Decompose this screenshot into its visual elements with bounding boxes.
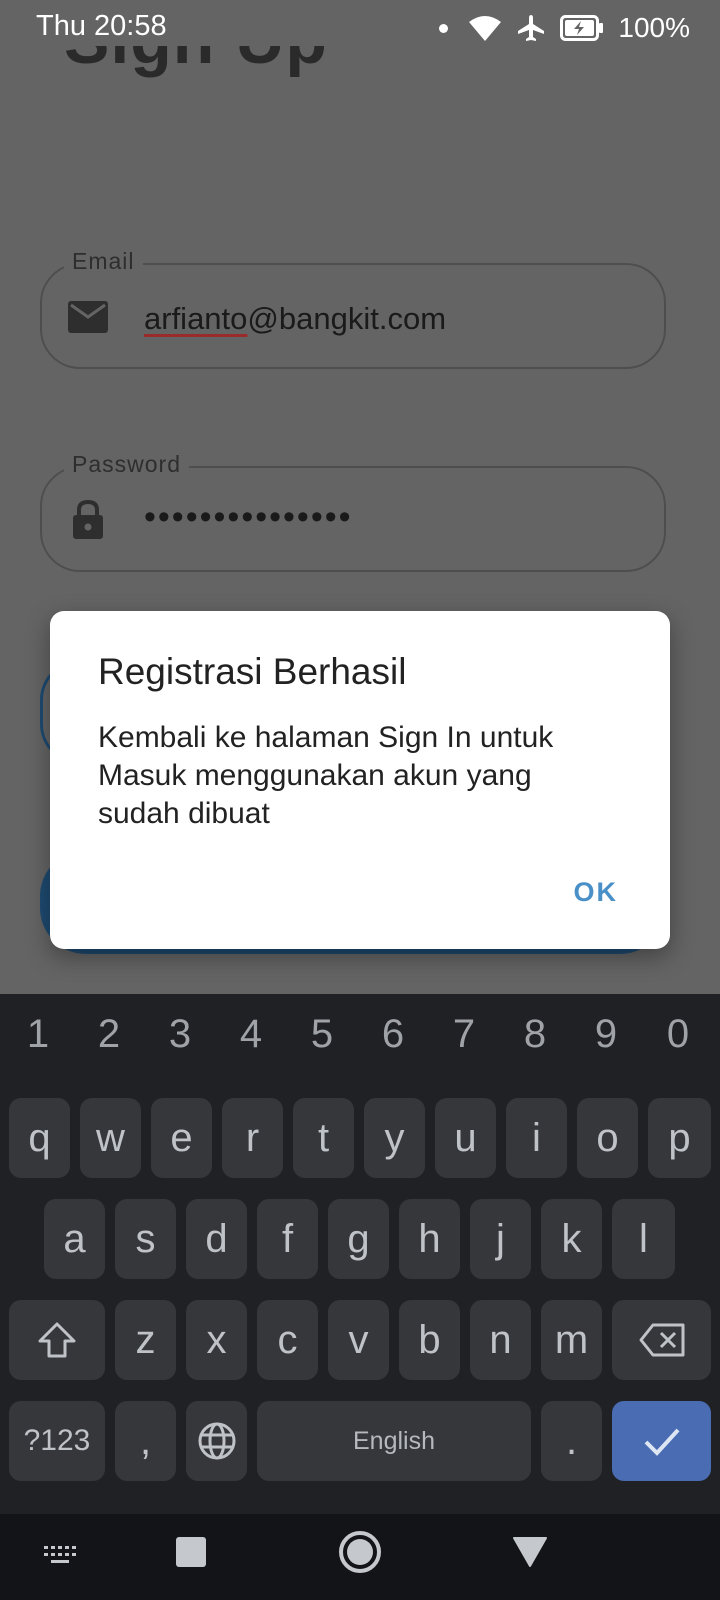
key-d[interactable]: d	[186, 1199, 247, 1279]
key-6[interactable]: 6	[363, 1012, 423, 1057]
notification-dot-icon	[439, 23, 449, 33]
period-key[interactable]: .	[541, 1401, 602, 1481]
email-value: arfianto@bangkit.com	[144, 301, 447, 336]
comma-key[interactable]: ,	[115, 1401, 176, 1481]
key-y[interactable]: y	[364, 1098, 425, 1178]
key-z[interactable]: z	[115, 1300, 176, 1380]
key-g[interactable]: g	[328, 1199, 389, 1279]
key-3[interactable]: 3	[150, 1012, 210, 1057]
shift-key[interactable]	[9, 1300, 105, 1380]
key-q[interactable]: q	[9, 1098, 70, 1178]
key-a[interactable]: a	[44, 1199, 105, 1279]
password-field[interactable]: Password •••••••••••••••	[40, 451, 666, 572]
enter-key[interactable]	[612, 1401, 711, 1481]
envelope-icon	[68, 301, 108, 333]
key-b[interactable]: b	[399, 1300, 460, 1380]
dialog-message: Kembali ke halaman Sign In untuk Masuk m…	[98, 721, 554, 830]
key-0[interactable]: 0	[648, 1012, 708, 1057]
airplane-mode-icon	[518, 15, 545, 41]
key-u[interactable]: u	[435, 1098, 496, 1178]
key-e[interactable]: e	[151, 1098, 212, 1178]
recents-icon[interactable]	[175, 1536, 207, 1568]
home-icon[interactable]	[338, 1530, 382, 1574]
language-key[interactable]	[186, 1401, 247, 1481]
status-icons: 100%	[439, 10, 690, 46]
key-w[interactable]: w	[80, 1098, 141, 1178]
key-p[interactable]: p	[648, 1098, 711, 1178]
number-row: 1 2 3 4 5 6 7 8 9 0	[0, 1012, 720, 1060]
key-k[interactable]: k	[541, 1199, 602, 1279]
backspace-key[interactable]	[612, 1300, 711, 1380]
key-r[interactable]: r	[222, 1098, 283, 1178]
key-v[interactable]: v	[328, 1300, 389, 1380]
key-n[interactable]: n	[470, 1300, 531, 1380]
key-4[interactable]: 4	[221, 1012, 281, 1057]
lock-icon	[73, 499, 103, 539]
backspace-icon	[639, 1323, 684, 1357]
status-time: Thu 20:58	[36, 10, 167, 42]
navigation-bar	[0, 1514, 720, 1600]
password-value: •••••••••••••••	[144, 498, 353, 536]
key-x[interactable]: x	[186, 1300, 247, 1380]
back-icon[interactable]	[512, 1536, 548, 1568]
dialog-title: Registrasi Berhasil	[98, 651, 407, 692]
checkmark-icon	[644, 1428, 679, 1456]
key-o[interactable]: o	[577, 1098, 638, 1178]
ok-button[interactable]: OK	[574, 877, 619, 908]
keyboard-switch-icon[interactable]	[44, 1544, 76, 1568]
key-9[interactable]: 9	[576, 1012, 636, 1057]
space-key[interactable]: English	[257, 1401, 531, 1481]
key-5[interactable]: 5	[292, 1012, 352, 1057]
battery-charging-icon	[560, 15, 604, 41]
symbols-key[interactable]: ?123	[9, 1401, 105, 1481]
page-title: Sign Up	[64, 46, 328, 122]
registration-success-dialog: Registrasi Berhasil Kembali ke halaman S…	[50, 611, 670, 949]
key-m[interactable]: m	[541, 1300, 602, 1380]
wifi-icon	[469, 16, 502, 41]
key-t[interactable]: t	[293, 1098, 354, 1178]
key-7[interactable]: 7	[434, 1012, 494, 1057]
password-label: Password	[64, 451, 189, 478]
battery-percent: 100%	[618, 12, 690, 43]
globe-icon	[198, 1422, 235, 1460]
key-i[interactable]: i	[506, 1098, 567, 1178]
key-8[interactable]: 8	[505, 1012, 565, 1057]
key-j[interactable]: j	[470, 1199, 531, 1279]
key-2[interactable]: 2	[79, 1012, 139, 1057]
key-1[interactable]: 1	[8, 1012, 68, 1057]
key-f[interactable]: f	[257, 1199, 318, 1279]
key-h[interactable]: h	[399, 1199, 460, 1279]
key-s[interactable]: s	[115, 1199, 176, 1279]
email-label: Email	[64, 248, 143, 275]
key-c[interactable]: c	[257, 1300, 318, 1380]
keyboard: 1 2 3 4 5 6 7 8 9 0 q w e r t y u i o p …	[0, 994, 720, 1514]
key-l[interactable]: l	[612, 1199, 675, 1279]
shift-icon	[38, 1322, 76, 1358]
email-field[interactable]: Email arfianto@bangkit.com	[40, 248, 666, 369]
